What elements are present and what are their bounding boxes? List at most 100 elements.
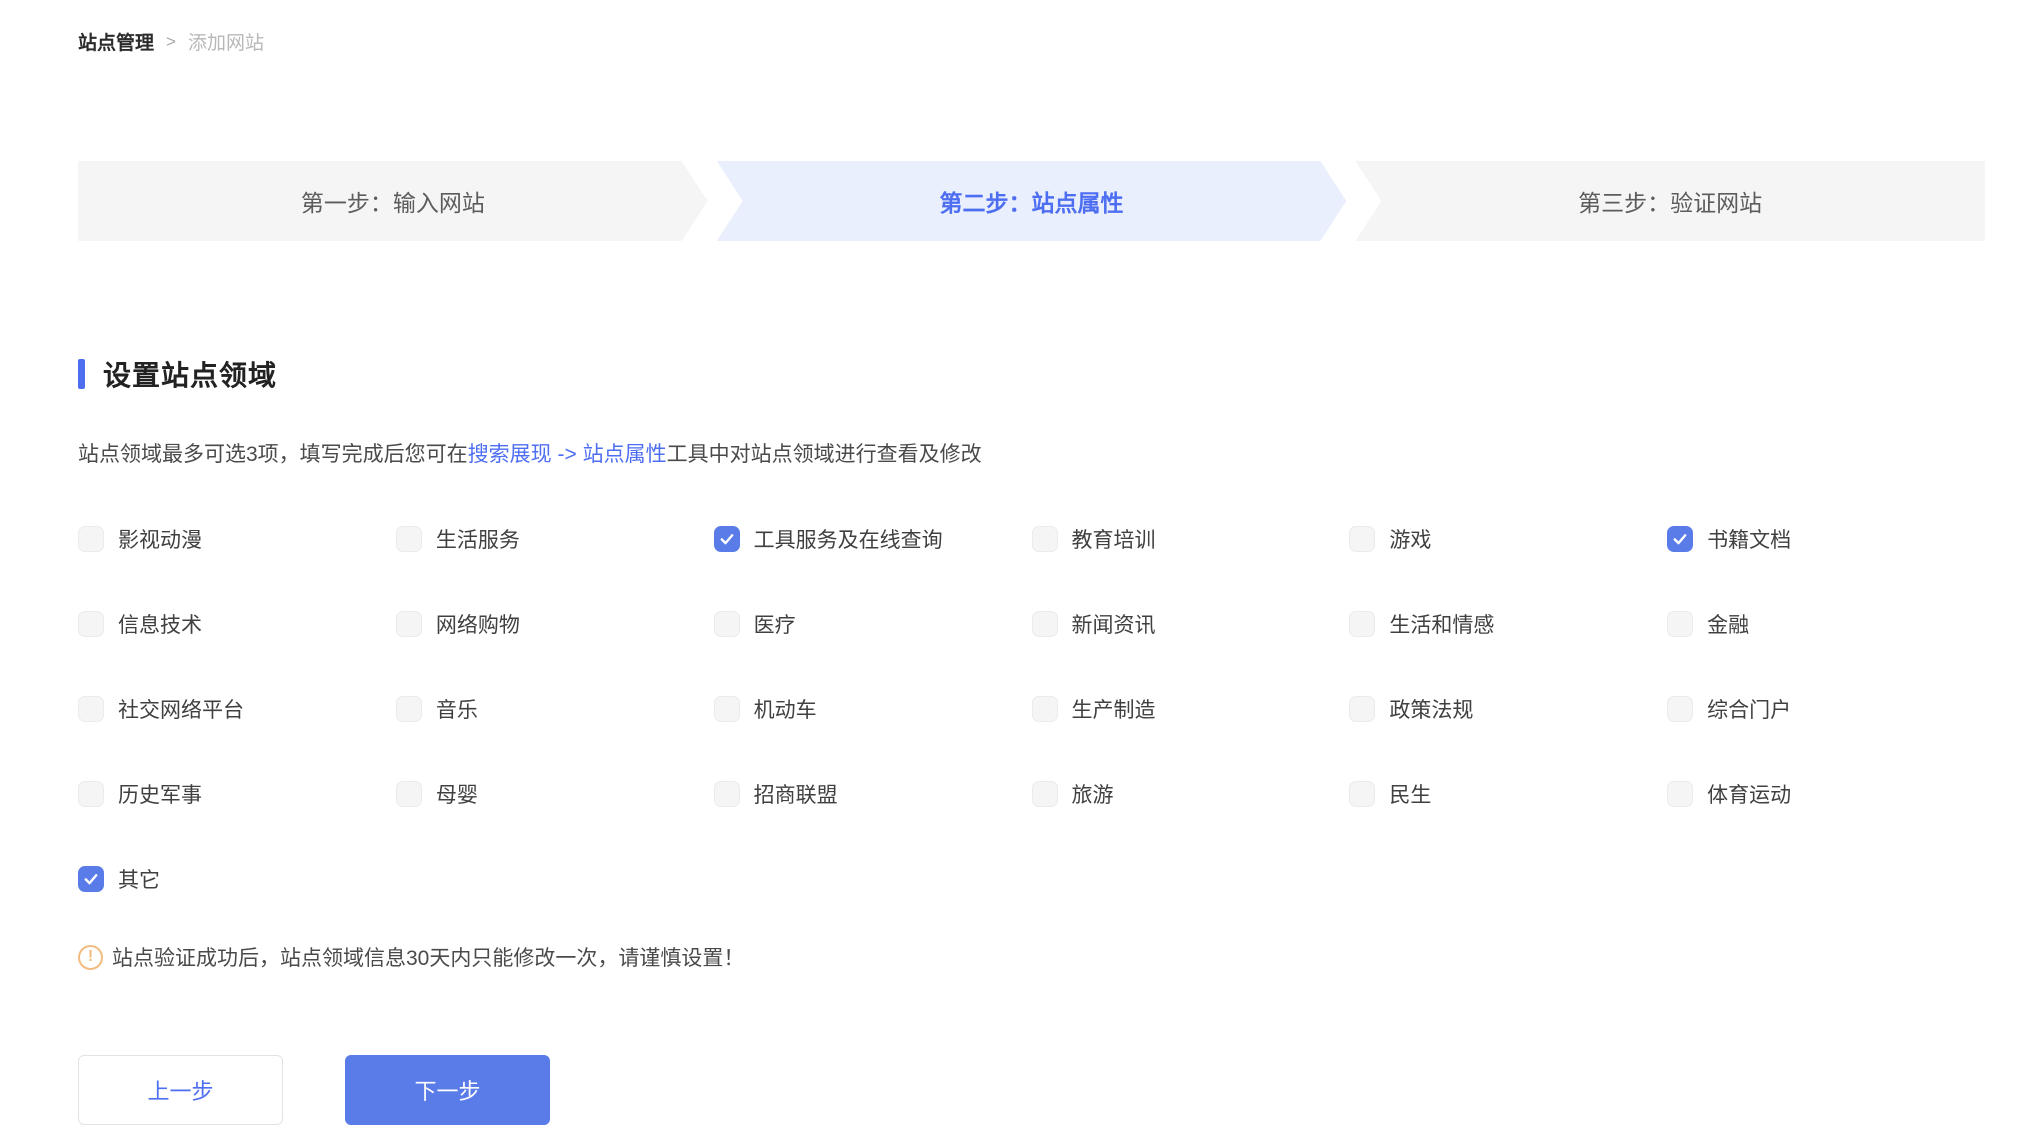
category-label: 生产制造	[1072, 694, 1156, 724]
category-label: 金融	[1707, 609, 1749, 639]
category-label: 体育运动	[1707, 779, 1791, 809]
category-checkbox[interactable]	[78, 611, 104, 637]
chevron-right-icon: >	[166, 32, 176, 52]
category-label: 医疗	[754, 609, 796, 639]
category-label: 民生	[1389, 779, 1431, 809]
category-label: 其它	[118, 864, 160, 894]
category-item[interactable]: 旅游	[1032, 779, 1350, 809]
category-checkbox[interactable]	[396, 781, 422, 807]
category-item[interactable]: 其它	[78, 864, 396, 894]
category-checkbox[interactable]	[1667, 696, 1693, 722]
previous-step-button[interactable]: 上一步	[78, 1055, 283, 1125]
category-label: 影视动漫	[118, 524, 202, 554]
step-verify-site: 第三步：验证网站	[1355, 161, 1985, 241]
category-item[interactable]: 政策法规	[1349, 694, 1667, 724]
warning-note: ! 站点验证成功后，站点领域信息30天内只能修改一次，请谨慎设置！	[78, 942, 1985, 972]
page: 站点管理 > 添加网站 第一步：输入网站 第二步：站点属性 第三步：验证网站 设…	[0, 0, 2022, 1125]
category-checkbox[interactable]	[1032, 526, 1058, 552]
category-label: 新闻资讯	[1072, 609, 1156, 639]
category-label: 工具服务及在线查询	[754, 524, 943, 554]
warning-text: 站点验证成功后，站点领域信息30天内只能修改一次，请谨慎设置！	[112, 942, 744, 972]
category-item[interactable]: 医疗	[714, 609, 1032, 639]
category-item[interactable]: 历史军事	[78, 779, 396, 809]
checkmark-icon	[82, 870, 100, 888]
category-checkbox[interactable]	[78, 781, 104, 807]
category-checkbox[interactable]	[78, 696, 104, 722]
category-label: 旅游	[1072, 779, 1114, 809]
step-label: 第一步：输入网站	[301, 184, 485, 218]
category-checkbox[interactable]	[1032, 781, 1058, 807]
category-checkbox[interactable]	[1349, 611, 1375, 637]
category-grid: 影视动漫 生活服务 工具服务及在线查询 教育培训	[78, 524, 1985, 894]
category-item[interactable]: 新闻资讯	[1032, 609, 1350, 639]
warning-circle-icon: !	[78, 945, 103, 970]
category-item[interactable]: 影视动漫	[78, 524, 396, 554]
category-label: 机动车	[754, 694, 817, 724]
category-checkbox[interactable]	[1032, 611, 1058, 637]
category-item[interactable]: 书籍文档	[1667, 524, 1985, 554]
category-item[interactable]: 音乐	[396, 694, 714, 724]
category-checkbox[interactable]	[1032, 696, 1058, 722]
category-label: 母婴	[436, 779, 478, 809]
category-checkbox[interactable]	[714, 611, 740, 637]
section-title: 设置站点领域	[78, 354, 1985, 394]
category-item[interactable]: 游戏	[1349, 524, 1667, 554]
category-item[interactable]: 网络购物	[396, 609, 714, 639]
category-checkbox[interactable]	[396, 611, 422, 637]
category-checkbox[interactable]	[1667, 611, 1693, 637]
breadcrumb-item-add-site: 添加网站	[188, 28, 264, 55]
description-text-suffix: 工具中对站点领域进行查看及修改	[667, 443, 982, 466]
category-checkbox[interactable]	[714, 781, 740, 807]
category-label: 音乐	[436, 694, 478, 724]
category-checkbox[interactable]	[714, 696, 740, 722]
step-input-site: 第一步：输入网站	[78, 161, 708, 241]
action-buttons: 上一步 下一步	[78, 1055, 1985, 1125]
breadcrumb: 站点管理 > 添加网站	[78, 28, 1985, 55]
category-item[interactable]: 母婴	[396, 779, 714, 809]
category-item[interactable]: 招商联盟	[714, 779, 1032, 809]
category-checkbox[interactable]	[1349, 781, 1375, 807]
category-label: 书籍文档	[1707, 524, 1791, 554]
next-step-button[interactable]: 下一步	[345, 1055, 550, 1125]
category-item[interactable]: 生活服务	[396, 524, 714, 554]
category-checkbox[interactable]	[1667, 781, 1693, 807]
section-description: 站点领域最多可选3项，填写完成后您可在搜索展现 -> 站点属性工具中对站点领域进…	[78, 438, 1985, 468]
step-site-attributes: 第二步：站点属性	[717, 161, 1347, 241]
category-checkbox[interactable]	[714, 526, 740, 552]
category-checkbox[interactable]	[396, 526, 422, 552]
category-item[interactable]: 综合门户	[1667, 694, 1985, 724]
category-item[interactable]: 生产制造	[1032, 694, 1350, 724]
link-site-attributes[interactable]: 站点属性	[583, 443, 667, 466]
category-item[interactable]: 工具服务及在线查询	[714, 524, 1032, 554]
category-label: 政策法规	[1389, 694, 1473, 724]
page-title: 设置站点领域	[103, 354, 277, 394]
breadcrumb-item-site-management[interactable]: 站点管理	[78, 28, 154, 55]
category-item[interactable]: 信息技术	[78, 609, 396, 639]
category-label: 游戏	[1389, 524, 1431, 554]
category-checkbox[interactable]	[1349, 696, 1375, 722]
link-search-display[interactable]: 搜索展现	[468, 443, 552, 466]
category-label: 招商联盟	[754, 779, 838, 809]
category-checkbox[interactable]	[1667, 526, 1693, 552]
category-item[interactable]: 民生	[1349, 779, 1667, 809]
description-arrow: ->	[552, 443, 583, 466]
category-item[interactable]: 机动车	[714, 694, 1032, 724]
category-label: 生活服务	[436, 524, 520, 554]
accent-bar	[78, 359, 85, 389]
category-item[interactable]: 社交网络平台	[78, 694, 396, 724]
category-label: 历史军事	[118, 779, 202, 809]
step-bar: 第一步：输入网站 第二步：站点属性 第三步：验证网站	[78, 161, 1985, 241]
category-checkbox[interactable]	[78, 866, 104, 892]
category-label: 网络购物	[436, 609, 520, 639]
category-item[interactable]: 金融	[1667, 609, 1985, 639]
category-item[interactable]: 体育运动	[1667, 779, 1985, 809]
category-checkbox[interactable]	[1349, 526, 1375, 552]
category-item[interactable]: 生活和情感	[1349, 609, 1667, 639]
step-label: 第二步：站点属性	[940, 184, 1124, 218]
category-label: 社交网络平台	[118, 694, 244, 724]
category-checkbox[interactable]	[78, 526, 104, 552]
category-item[interactable]: 教育培训	[1032, 524, 1350, 554]
category-label: 教育培训	[1072, 524, 1156, 554]
category-checkbox[interactable]	[396, 696, 422, 722]
step-label: 第三步：验证网站	[1578, 184, 1762, 218]
